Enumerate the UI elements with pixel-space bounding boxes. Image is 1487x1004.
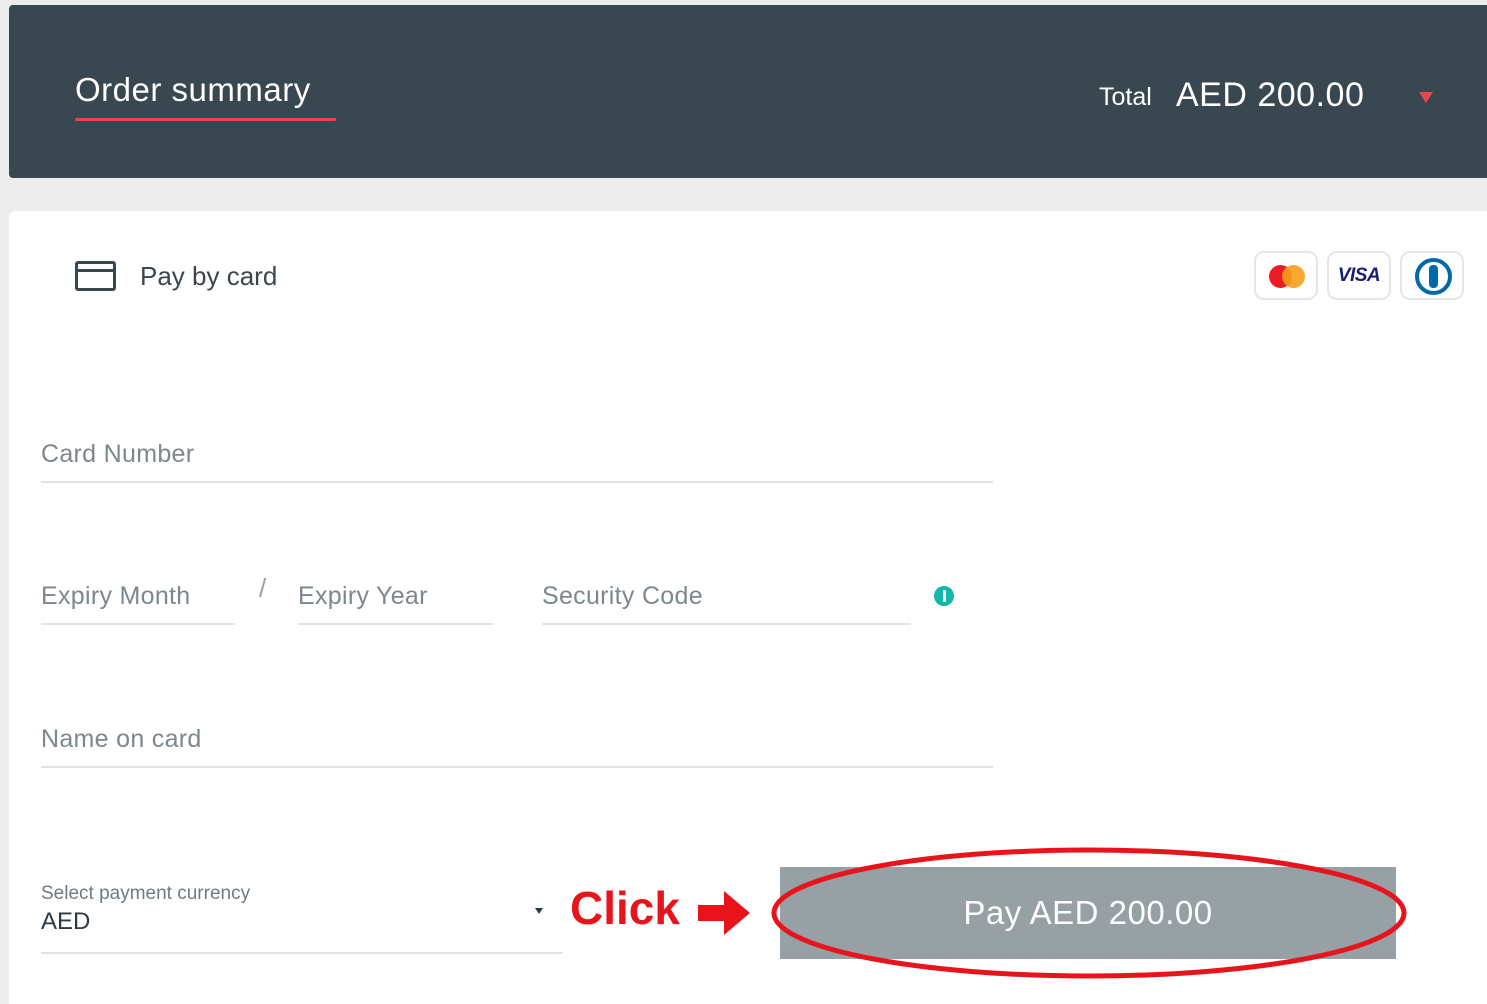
credit-card-icon (75, 261, 116, 291)
visa-icon: VISA (1327, 251, 1391, 300)
total-label: Total (1099, 83, 1152, 111)
order-summary-underline (75, 118, 336, 121)
chevron-down-icon[interactable] (1419, 92, 1433, 103)
order-summary-title: Order summary (75, 71, 311, 108)
security-code-field[interactable]: Security Code (542, 582, 703, 611)
expiry-separator: / (259, 573, 267, 603)
mastercard-icon (1254, 251, 1318, 300)
pay-button[interactable]: Pay AED 200.00 (780, 867, 1396, 959)
visa-logo-text: VISA (1337, 265, 1381, 286)
card-number-underline (41, 481, 993, 483)
diners-club-icon (1400, 251, 1464, 300)
security-code-underline (542, 623, 911, 625)
total-amount: AED 200.00 (1176, 76, 1365, 114)
click-annotation-label: Click (570, 882, 680, 934)
expiry-month-underline (41, 623, 235, 625)
expiry-month-field[interactable]: Expiry Month (41, 582, 191, 611)
card-number-field[interactable]: Card Number (41, 440, 194, 469)
pay-by-card-label: Pay by card (140, 261, 278, 291)
payment-panel: Pay by card VISA Card Number Expiry Mont… (9, 211, 1487, 1004)
currency-select-underline (41, 952, 563, 954)
expiry-year-field[interactable]: Expiry Year (298, 582, 428, 611)
name-on-card-field[interactable]: Name on card (41, 725, 202, 754)
currency-select-label: Select payment currency (41, 883, 251, 904)
order-summary-header[interactable]: Order summary Total AED 200.00 (9, 5, 1487, 178)
currency-select-value[interactable]: AED (41, 908, 90, 936)
arrow-right-icon (698, 891, 750, 935)
info-icon[interactable] (934, 586, 954, 606)
name-on-card-underline (41, 766, 993, 768)
chevron-down-icon[interactable] (535, 908, 543, 914)
expiry-year-underline (298, 623, 493, 625)
